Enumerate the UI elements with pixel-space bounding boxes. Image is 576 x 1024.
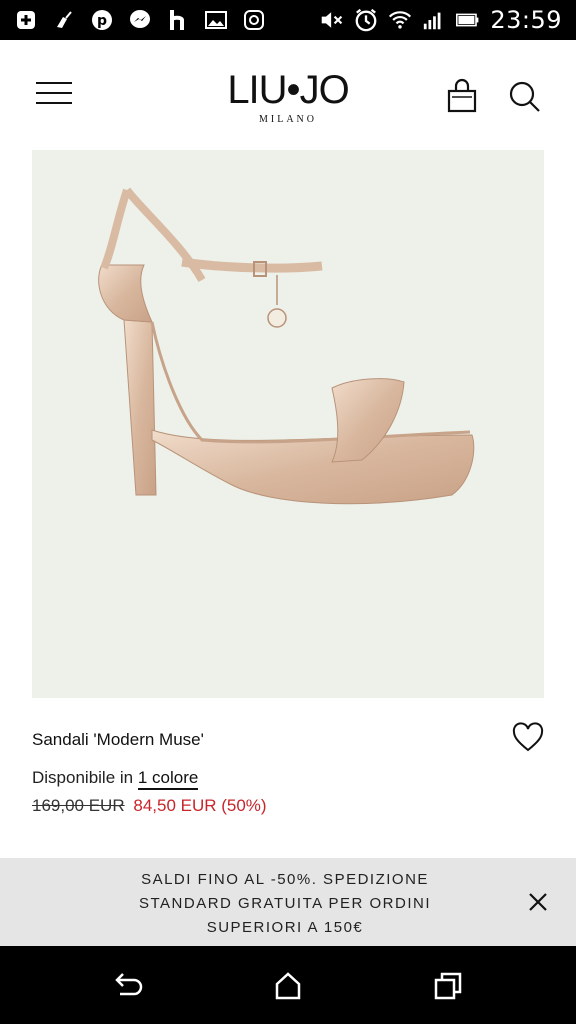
product-info: Sandali 'Modern Muse' Disponibile in 1 c… [32,722,544,816]
heart-icon[interactable] [512,722,544,754]
svg-text:p: p [97,13,107,29]
product-image[interactable] [32,150,544,698]
availability-prefix: Disponibile in [32,768,138,787]
recent-apps-icon[interactable] [430,968,466,1004]
back-icon[interactable] [110,968,146,1004]
signal-icon [422,8,446,32]
availability: Disponibile in 1 colore [32,768,544,790]
status-bar: p 23:59 [0,0,576,40]
promo-banner: SALDI FINO AL -50%. SPEDIZIONE STANDARD … [0,858,576,946]
battery-icon [456,8,480,32]
status-time: 23:59 [490,6,562,34]
cleaner-icon [52,8,76,32]
logo-main: LIU•JO [227,68,349,112]
system-nav-bar [0,946,576,1024]
h-app-icon [166,8,190,32]
shopping-bag-icon[interactable] [444,78,480,114]
sandal-illustration [98,187,475,505]
promo-line-3: SUPERIORI A 150€ [206,919,364,936]
messenger-icon [128,8,152,32]
sale-price: 84,50 EUR (50%) [133,796,267,815]
brand-logo[interactable]: LIU•JO MILANO [188,70,388,125]
old-price: 169,00 EUR [32,796,125,815]
promo-line-1: SALDI FINO AL -50%. SPEDIZIONE [141,871,429,888]
image-icon [204,8,228,32]
home-icon[interactable] [270,968,306,1004]
logo-sub: MILANO [259,114,317,125]
pinterest-icon: p [90,8,114,32]
product-name[interactable]: Sandali 'Modern Muse' [32,730,544,750]
site-header: LIU•JO MILANO [0,40,576,150]
search-icon[interactable] [506,78,542,114]
alarm-icon [354,8,378,32]
promo-line-2: STANDARD GRATUITA PER ORDINI [138,895,432,912]
plus-icon [14,8,38,32]
promo-text: SALDI FINO AL -50%. SPEDIZIONE STANDARD … [100,868,470,940]
mute-icon [320,8,344,32]
instagram-icon [242,8,266,32]
wifi-icon [388,8,412,32]
color-link[interactable]: 1 colore [137,768,199,790]
close-icon[interactable] [524,888,552,916]
menu-icon[interactable] [36,82,72,106]
price-row: 169,00 EUR 84,50 EUR (50%) [32,796,544,816]
